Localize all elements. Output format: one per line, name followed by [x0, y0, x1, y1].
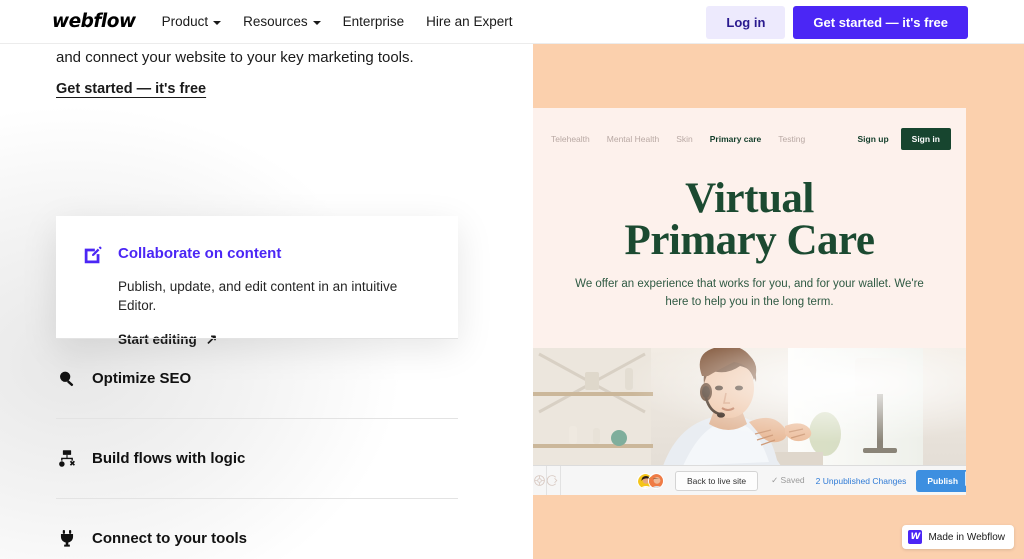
mockup-hero-subtext: We offer an experience that works for yo…: [575, 278, 924, 308]
mockup-nav-testing[interactable]: Testing: [778, 134, 805, 144]
mockup-nav-primary-care[interactable]: Primary care: [710, 134, 762, 144]
mockup-sign-up-link[interactable]: Sign up: [857, 134, 888, 144]
nav-item-resources-label: Resources: [243, 14, 308, 29]
website-mockup: Telehealth Mental Health Skin Primary ca…: [533, 108, 966, 495]
flow-logic-icon: [56, 448, 78, 470]
feature-card-title: Collaborate on content: [118, 245, 282, 262]
mockup-sign-in-button[interactable]: Sign in: [900, 128, 951, 150]
mockup-hero-line1: Virtual: [685, 175, 814, 222]
nav-links: Product Resources Enterprise Hire an Exp…: [162, 14, 513, 29]
left-content-column: and connect your website to your key mar…: [0, 44, 533, 559]
publish-button-label: Publish: [927, 475, 959, 486]
page-root: webflow Product Resources Enterprise Hir…: [0, 0, 1024, 559]
feature-card-header: Collaborate on content: [82, 244, 432, 266]
login-button[interactable]: Log in: [706, 6, 786, 39]
avatar[interactable]: [648, 472, 664, 489]
accordion-item-build-flows-with-logic[interactable]: Build flows with logic: [56, 418, 458, 498]
nav-item-enterprise[interactable]: Enterprise: [343, 14, 405, 29]
nav-actions: Log in Get started — it's free: [706, 6, 968, 39]
nav-item-hire-an-expert[interactable]: Hire an Expert: [426, 14, 512, 29]
mockup-nav-skin[interactable]: Skin: [676, 134, 693, 144]
nav-item-product[interactable]: Product: [162, 14, 222, 29]
mockup-hero-heading: Virtual Primary Care: [571, 175, 928, 264]
publish-button[interactable]: Publish: [916, 469, 966, 492]
accordion-label-build-flows-with-logic: Build flows with logic: [92, 450, 246, 467]
made-in-webflow-label: Made in Webflow: [928, 531, 1005, 543]
plug-icon: [56, 528, 78, 550]
chevron-down-icon: [312, 20, 321, 25]
mockup-navigation: Telehealth Mental Health Skin Primary ca…: [533, 108, 966, 170]
nav-item-product-label: Product: [161, 14, 209, 29]
nav-item-hire-an-expert-label: Hire an Expert: [426, 14, 513, 29]
feature-card-description: Publish, update, and edit content in an …: [118, 279, 398, 313]
mockup-nav-mental-health[interactable]: Mental Health: [607, 134, 659, 144]
made-in-webflow-badge[interactable]: W Made in Webflow: [902, 525, 1014, 549]
edit-square-icon: [82, 244, 104, 266]
lead-paragraph: and connect your website to your key mar…: [56, 49, 414, 66]
right-showcase-panel: Telehealth Mental Health Skin Primary ca…: [533, 44, 1024, 559]
accordion-label-optimize-seo: Optimize SEO: [92, 370, 192, 387]
unpublished-changes-link[interactable]: 2 Unpublished Changes: [816, 476, 907, 486]
top-navigation-bar: webflow Product Resources Enterprise Hir…: [0, 0, 1024, 44]
back-to-live-site-button[interactable]: Back to live site: [675, 470, 759, 491]
webflow-mark-icon: W: [908, 530, 923, 544]
webflow-editor-toolbar: Back to live site ✓ Saved 2 Unpublished …: [533, 465, 966, 495]
webflow-logo[interactable]: webflow: [52, 11, 136, 32]
mockup-nav-links: Telehealth Mental Health Skin Primary ca…: [551, 134, 805, 144]
mouse-cursor-icon: [964, 470, 966, 490]
mockup-hero: Virtual Primary Care We offer an experie…: [533, 170, 966, 311]
accordion-label-connect-to-your-tools: Connect to your tools: [92, 530, 247, 547]
saved-status: ✓ Saved: [771, 475, 805, 485]
chevron-down-icon: [213, 20, 222, 25]
accordion-item-connect-to-your-tools[interactable]: Connect to your tools: [56, 498, 458, 559]
mockup-hero-line2: Primary Care: [624, 216, 875, 264]
lead-get-started-link[interactable]: Get started — it's free: [56, 81, 206, 97]
collaborator-avatars: [637, 472, 664, 489]
woman-with-headset-photo: [533, 348, 966, 466]
search-icon: [56, 368, 78, 390]
get-started-button[interactable]: Get started — it's free: [793, 6, 968, 39]
accordion-item-optimize-seo[interactable]: Optimize SEO: [56, 338, 458, 418]
share-arrow-icon[interactable]: [547, 465, 561, 495]
mockup-nav-telehealth[interactable]: Telehealth: [551, 134, 590, 144]
nav-item-enterprise-label: Enterprise: [342, 14, 405, 29]
feature-card-collaborate[interactable]: Collaborate on content Publish, update, …: [56, 216, 458, 347]
settings-wheel-icon[interactable]: [533, 465, 547, 495]
nav-item-resources[interactable]: Resources: [243, 14, 321, 29]
mockup-nav-actions: Sign up Sign in: [857, 128, 951, 150]
